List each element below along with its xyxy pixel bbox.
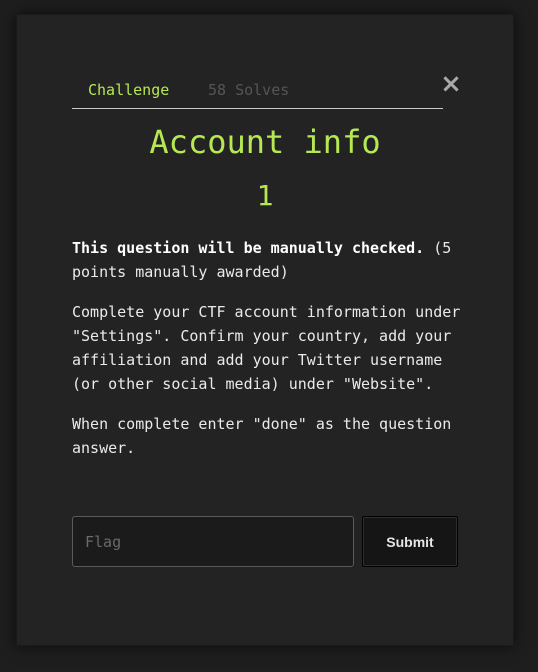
- challenge-description: This question will be manually checked. …: [72, 236, 464, 476]
- manual-check-notice: This question will be manually checked.: [72, 239, 425, 257]
- tab-challenge[interactable]: Challenge: [88, 80, 169, 100]
- flag-input[interactable]: [72, 516, 354, 567]
- tab-solves[interactable]: 58 Solves: [208, 80, 289, 100]
- description-paragraph-1: This question will be manually checked. …: [72, 236, 464, 284]
- close-icon[interactable]: ×: [440, 70, 462, 98]
- challenge-value: 1: [256, 179, 274, 212]
- challenge-title: Account info: [149, 123, 381, 161]
- challenge-tabs: Challenge 58 Solves: [72, 76, 443, 109]
- submit-button[interactable]: Submit: [362, 516, 458, 567]
- description-paragraph-2: Complete your CTF account information un…: [72, 303, 461, 393]
- description-paragraph-3: When complete enter "done" as the questi…: [72, 415, 452, 457]
